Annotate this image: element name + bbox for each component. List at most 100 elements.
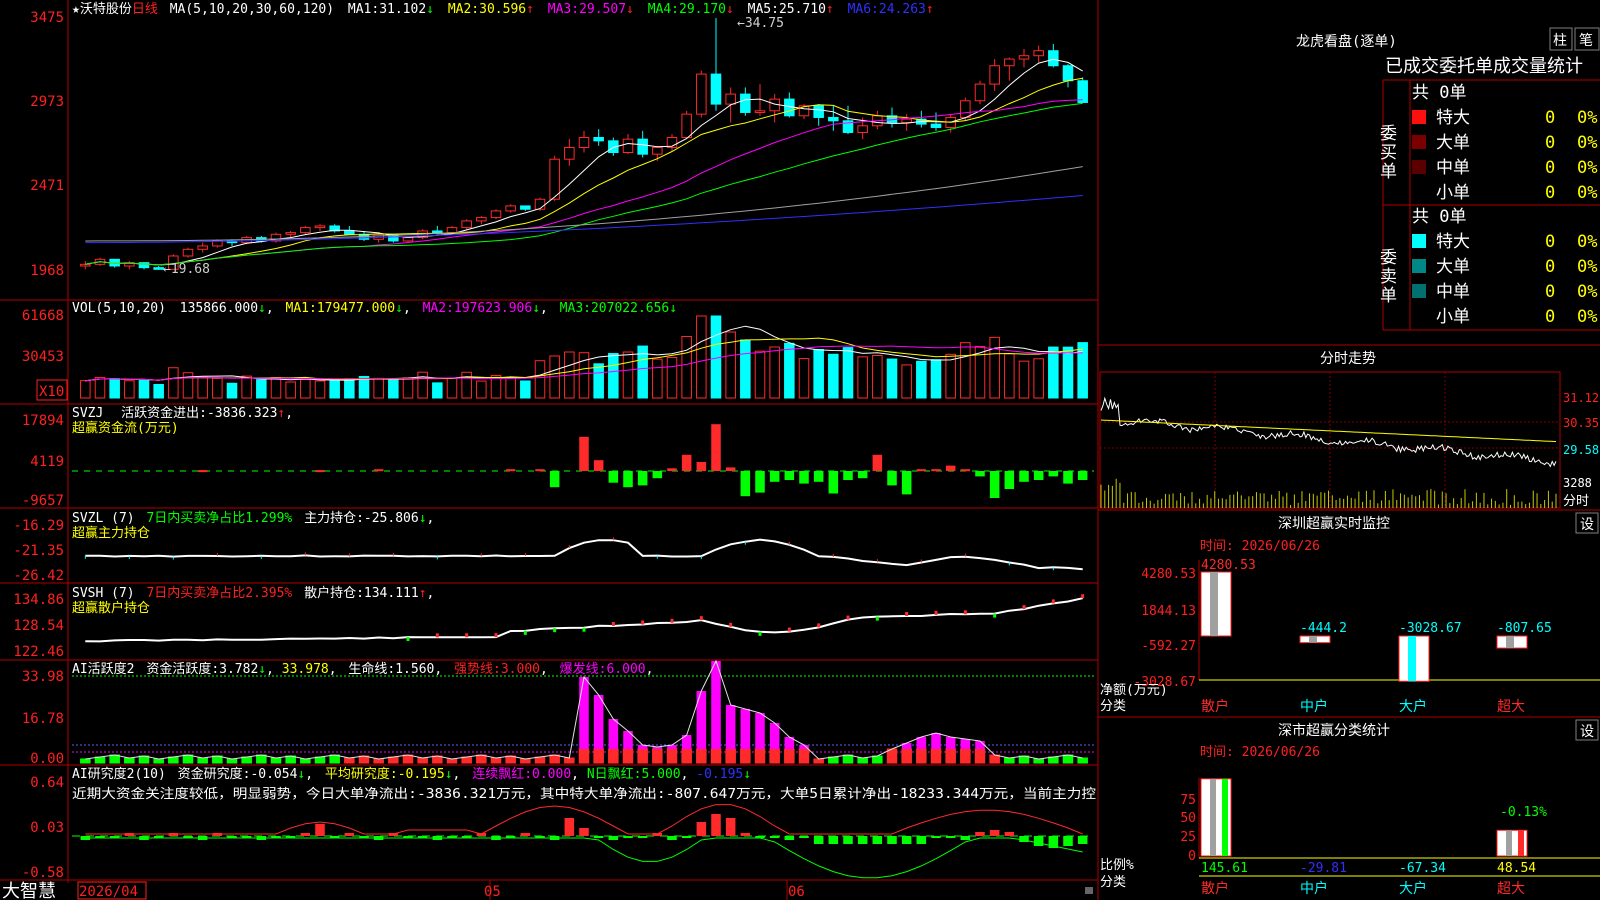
buy-swatch-l [1412, 135, 1426, 149]
monitor-title: 深圳超赢实时监控 [1278, 515, 1390, 532]
date-start: 2026/04 [79, 884, 138, 900]
volume-bar [842, 347, 854, 399]
svsh-tick [582, 627, 586, 632]
svzj-bar [1077, 471, 1088, 480]
sell-row-pct: 0% [1577, 257, 1597, 277]
ai2-tick: -0.58 [22, 865, 64, 881]
candle-body [461, 220, 472, 229]
volume-bar [520, 380, 531, 399]
classify-bar-超大 [1496, 829, 1528, 857]
monitor-tick: -592.27 [1141, 639, 1196, 654]
svzj-bar [681, 454, 692, 471]
candle-body [578, 136, 590, 149]
y-axis-labels: 3475 2973 2471 1968 61668 30453 17894 41… [13, 10, 64, 881]
price-tick: 3475 [30, 10, 64, 26]
candles-layer[interactable] [80, 18, 1088, 270]
ai1-base-bar [1004, 757, 1015, 764]
candle-body [960, 100, 971, 118]
date-may: 05 [484, 884, 501, 900]
monitor-bar-label: 4280.53 [1201, 558, 1256, 573]
svzj-bar [931, 469, 941, 472]
svzj-bar [652, 471, 663, 479]
volume-bar [710, 315, 722, 399]
volume-bar [960, 342, 971, 399]
classify-category: 散户 [1201, 880, 1229, 897]
svzj-bar [711, 424, 721, 471]
lock-icon[interactable] [1085, 887, 1093, 894]
ai2-bar [916, 836, 927, 844]
candle-body [402, 237, 414, 242]
candle-body [344, 230, 355, 235]
ai1-bar [975, 741, 985, 749]
ai1-base-bar [916, 748, 927, 764]
intraday-layer [1100, 396, 1557, 508]
ai2-bar [887, 836, 897, 844]
intraday-grid [1100, 372, 1560, 508]
candle-body [857, 125, 868, 133]
candle-body [549, 158, 560, 200]
monitor-bar-shade [1309, 636, 1317, 643]
volume-bar [1048, 346, 1059, 399]
svsh-tick: 134.86 [13, 592, 64, 608]
monitor-bar-label: -3028.67 [1399, 621, 1462, 636]
svzj-bar [975, 471, 985, 477]
kline-workspace: 3475 2973 2471 1968 61668 30453 17894 41… [0, 0, 1600, 900]
volume-bar [608, 353, 619, 399]
brand-label: 大智慧 [2, 881, 56, 900]
svzj-bar [696, 462, 707, 471]
candle-body [564, 147, 575, 160]
ai1-base-bar [784, 748, 795, 764]
ai1-header: AI活跃度2 资金活跃度:3.782↓, 33.978, 生命线:1.560, … [72, 661, 653, 677]
svzj-bar [769, 471, 780, 482]
volume-bar [813, 348, 824, 399]
ai1-base-bar [813, 758, 824, 764]
svzj-bar [373, 469, 384, 472]
ai1-base-bar [578, 748, 590, 764]
svzl-layer [84, 537, 1083, 571]
volume-bar [754, 350, 766, 399]
monitor-axis: 4280.53 1844.13 -592.27 -3028.67 [1133, 567, 1196, 690]
svsh-tick [1051, 599, 1055, 604]
svzj-bar [945, 465, 956, 471]
candle-body [813, 105, 824, 118]
intraday-tick: 31.12 [1563, 391, 1599, 405]
classify-ylabel: 比例% [1100, 858, 1134, 873]
ai2-bar [696, 822, 707, 836]
ai2-bar [740, 833, 751, 836]
volume-bar [373, 377, 384, 399]
intraday-tick: 29.58 [1563, 443, 1599, 457]
svzj-bar [960, 469, 971, 472]
ai2-bar [799, 836, 809, 838]
ai1-base-bar [270, 757, 282, 764]
column-view-button-label: 柱 [1553, 33, 1567, 49]
sell-row-value: 0 [1545, 232, 1555, 252]
volume-bar [285, 381, 296, 399]
ai1-base-bar [197, 757, 208, 764]
ai2-bar [315, 824, 325, 836]
svzj-bar [916, 469, 927, 472]
volume-bar [226, 382, 238, 399]
ai1-base-bar [1033, 758, 1044, 764]
buy-row-name: 小单 [1436, 183, 1470, 203]
ai1-base-bar [520, 758, 531, 764]
ai1-base-bar [652, 748, 663, 764]
volume-bar [241, 375, 252, 399]
svzj-bar [887, 471, 897, 486]
high-price-label: ←34.75 [737, 16, 784, 31]
svzj-bar [579, 436, 589, 471]
svsh-tick [553, 628, 557, 633]
ai2-bar [1077, 836, 1088, 844]
tick-view-button-label: 笔 [1579, 33, 1593, 49]
ma60-line [85, 166, 1083, 242]
monitor-category: 大户 [1399, 698, 1427, 715]
ai1-bar [608, 719, 619, 749]
monitor-category: 散户 [1201, 698, 1229, 715]
panel-title: 龙虎看盘(逐单) [1296, 33, 1397, 50]
volume-bar [402, 377, 414, 399]
volume-bar [417, 371, 428, 399]
ai1-base-bar [608, 748, 619, 764]
buy-row-name: 特大 [1436, 108, 1470, 128]
ai1-base-bar [960, 748, 971, 764]
ai2-bar [813, 836, 824, 844]
volume-bar [828, 353, 839, 399]
